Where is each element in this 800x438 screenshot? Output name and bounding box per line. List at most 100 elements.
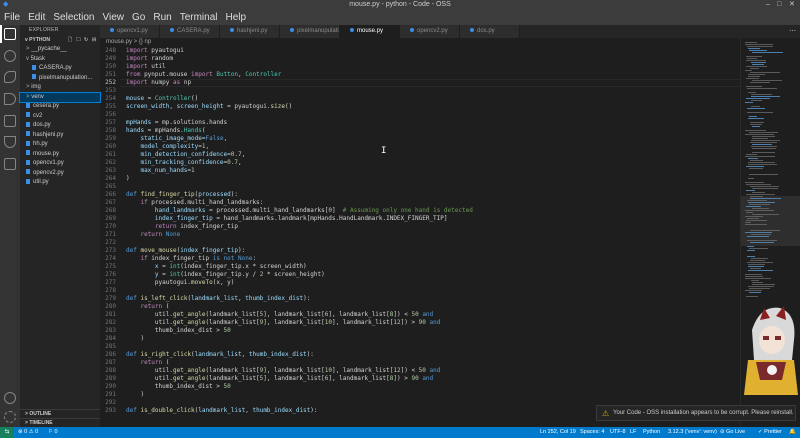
minimap-viewport-slider[interactable]	[741, 196, 800, 246]
testing-icon[interactable]	[4, 136, 16, 148]
menu-help[interactable]: Help	[226, 12, 247, 23]
code-line[interactable]: 272	[100, 239, 740, 247]
sidebar-item-venv[interactable]: > venv	[19, 91, 101, 103]
code-line[interactable]: 286 def is_right_click(landmark_list, thu…	[100, 351, 740, 359]
code-line[interactable]: 262 min_tracking_confidence=0.7,	[100, 159, 740, 167]
code-line[interactable]: 263 max_num_hands=1	[100, 167, 740, 175]
tab-opencv1-py[interactable]: opencv1.py	[100, 25, 160, 38]
code-line[interactable]: 267 if processed.multi_hand_landmarks:	[100, 199, 740, 207]
menu-run[interactable]: Run	[153, 12, 171, 23]
collapse-all-icon[interactable]: ⊟	[92, 36, 96, 45]
code-line[interactable]: 260 model_complexity=1,	[100, 143, 740, 151]
code-line[interactable]: 284 )	[100, 335, 740, 343]
tab-opencv2-py[interactable]: opencv2.py	[400, 25, 460, 38]
tab-mouse-py[interactable]: mouse.py	[340, 25, 400, 38]
sidebar-item-img[interactable]: > img	[20, 83, 100, 93]
menu-go[interactable]: Go	[132, 12, 145, 23]
language-mode[interactable]: Python	[643, 427, 660, 438]
code-line[interactable]: 249 import random	[100, 55, 740, 63]
code-line[interactable]: 252 import numpy as np	[100, 79, 740, 87]
code-line[interactable]: 269 index_finger_tip = hand_landmarks.la…	[100, 215, 740, 223]
code-line[interactable]: 279 def is_left_click(landmark_list, thum…	[100, 295, 740, 303]
code-line[interactable]: 291 )	[100, 391, 740, 399]
code-line[interactable]: 266 def find_finger_tip(processed):	[100, 191, 740, 199]
code-line[interactable]: 259 static_image_mode=False,	[100, 135, 740, 143]
gear-icon[interactable]	[4, 411, 16, 423]
tab-casera-py[interactable]: CASERA.py	[160, 25, 220, 38]
sidebar-item-util-py[interactable]: util.py	[20, 178, 100, 188]
account-icon[interactable]	[4, 392, 16, 404]
new-file-icon[interactable]: 🗋	[68, 36, 72, 45]
menu-edit[interactable]: Edit	[28, 12, 45, 23]
code-line[interactable]: 282 util.get_angle(landmark_list[9], lan…	[100, 319, 740, 327]
explorer-icon[interactable]	[4, 28, 16, 40]
end-of-line[interactable]: LF	[630, 427, 636, 438]
code-line[interactable]: 258 hands = mpHands.Hands(	[100, 127, 740, 135]
problems-indicator[interactable]: ⊗ 0 ⚠ 0	[18, 427, 38, 438]
code-line[interactable]: 254 mouse = Controller()	[100, 95, 740, 103]
new-folder-icon[interactable]: 🗀	[76, 36, 81, 45]
go-live-button[interactable]: ⊘ Go Live	[720, 427, 745, 438]
code-line[interactable]: 290 thumb_index_dist > 50	[100, 383, 740, 391]
close-icon[interactable]: ✕	[789, 0, 795, 10]
remote-indicator-icon[interactable]: ⇆	[0, 427, 14, 438]
workspace-folder[interactable]: v PYTHON 🗋 🗀 ↻ ⊟	[20, 36, 100, 45]
sidebar-item-pixelmanupulation[interactable]: pixelmanupulation...	[20, 74, 100, 84]
code-line[interactable]: 283 thumb_index_dist > 50	[100, 327, 740, 335]
code-line[interactable]: 277 pyautogui.moveTo(x, y)	[100, 279, 740, 287]
menu-selection[interactable]: Selection	[53, 12, 94, 23]
outline-section[interactable]: > OUTLINE	[20, 409, 100, 418]
sidebar-item-5task[interactable]: v 5task	[20, 55, 100, 65]
code-line[interactable]: 281 util.get_angle(landmark_list[5], lan…	[100, 311, 740, 319]
refresh-icon[interactable]: ↻	[84, 36, 88, 45]
timeline-section[interactable]: > TIMELINE	[20, 418, 100, 427]
menu-view[interactable]: View	[103, 12, 125, 23]
code-line[interactable]: 265	[100, 183, 740, 191]
code-line[interactable]: 273 def move_mouse(index_finger_tip):	[100, 247, 740, 255]
encoding[interactable]: UTF-8	[610, 427, 626, 438]
code-line[interactable]: 276 y = int(index_finger_tip.y / 2 * scr…	[100, 271, 740, 279]
sidebar-item-pycache[interactable]: > __pycache__	[20, 45, 100, 55]
code-line[interactable]: 264)	[100, 175, 740, 183]
tab-hashjeni-py[interactable]: hashjeni.py	[220, 25, 280, 38]
sidebar-item-hh-py[interactable]: hh.py	[20, 140, 100, 150]
breadcrumb[interactable]: mouse.py > {} np	[100, 38, 740, 47]
sidebar-item-opencv2-py[interactable]: opencv2.py	[20, 169, 100, 179]
tab-pixelmanupulation-py[interactable]: pixelmanupulation.py	[280, 25, 340, 38]
code-line[interactable]: 289 util.get_angle(landmark_list[5], lan…	[100, 375, 740, 383]
source-control-icon[interactable]	[4, 71, 16, 83]
code-line[interactable]: 280 return (	[100, 303, 740, 311]
sidebar-item-casera-py[interactable]: CASERA.py	[20, 64, 100, 74]
code-line[interactable]: 288 util.get_angle(landmark_list[9], lan…	[100, 367, 740, 375]
more-actions-icon[interactable]: ⋯	[789, 27, 796, 35]
remote-explorer-icon[interactable]	[4, 158, 16, 170]
code-line[interactable]: 253	[100, 87, 740, 95]
notifications-bell-icon[interactable]: 🔔	[789, 427, 796, 438]
run-debug-icon[interactable]	[4, 93, 16, 105]
code-line[interactable]: 257 mpHands = mp.solutions.hands	[100, 119, 740, 127]
sidebar-item-mouse-py[interactable]: mouse.py	[20, 150, 100, 160]
sidebar-item-opencv1-py[interactable]: opencv1.py	[20, 159, 100, 169]
indentation[interactable]: Spaces: 4	[580, 427, 604, 438]
corrupt-installation-notification[interactable]: ⚠ Your Code - OSS installation appears t…	[596, 405, 796, 421]
code-line[interactable]: 255 screen_width, screen_height = pyautog…	[100, 103, 740, 111]
maximize-icon[interactable]: □	[777, 0, 781, 10]
code-line[interactable]: 251 from pynput.mouse import Button, Cont…	[100, 71, 740, 79]
tab-dos-py[interactable]: dos.py	[460, 25, 520, 38]
code-line[interactable]: 256	[100, 111, 740, 119]
code-line[interactable]: 271 return None	[100, 231, 740, 239]
sidebar-item-cesera-py[interactable]: cesera.py	[20, 102, 100, 112]
extensions-icon[interactable]	[4, 115, 16, 127]
code-line[interactable]: 275 x = int(index_finger_tip.x * screen_…	[100, 263, 740, 271]
sidebar-item-hashjeni-py[interactable]: hashjeni.py	[20, 131, 100, 141]
code-line[interactable]: 270 return index_finger_tip	[100, 223, 740, 231]
sidebar-item-cv2[interactable]: cv2	[20, 112, 100, 122]
menu-file[interactable]: File	[4, 12, 20, 23]
code-line[interactable]: 248 import pyautogui	[100, 47, 740, 55]
code-editor[interactable]: 248 import pyautogui 249 import random 250 im…	[100, 47, 740, 427]
minimize-icon[interactable]: –	[766, 0, 770, 10]
code-line[interactable]: 278	[100, 287, 740, 295]
ports-indicator[interactable]: ⚐ 0	[48, 427, 58, 438]
code-line[interactable]: 268 hand_landmarks = processed.multi_han…	[100, 207, 740, 215]
code-line[interactable]: 285	[100, 343, 740, 351]
